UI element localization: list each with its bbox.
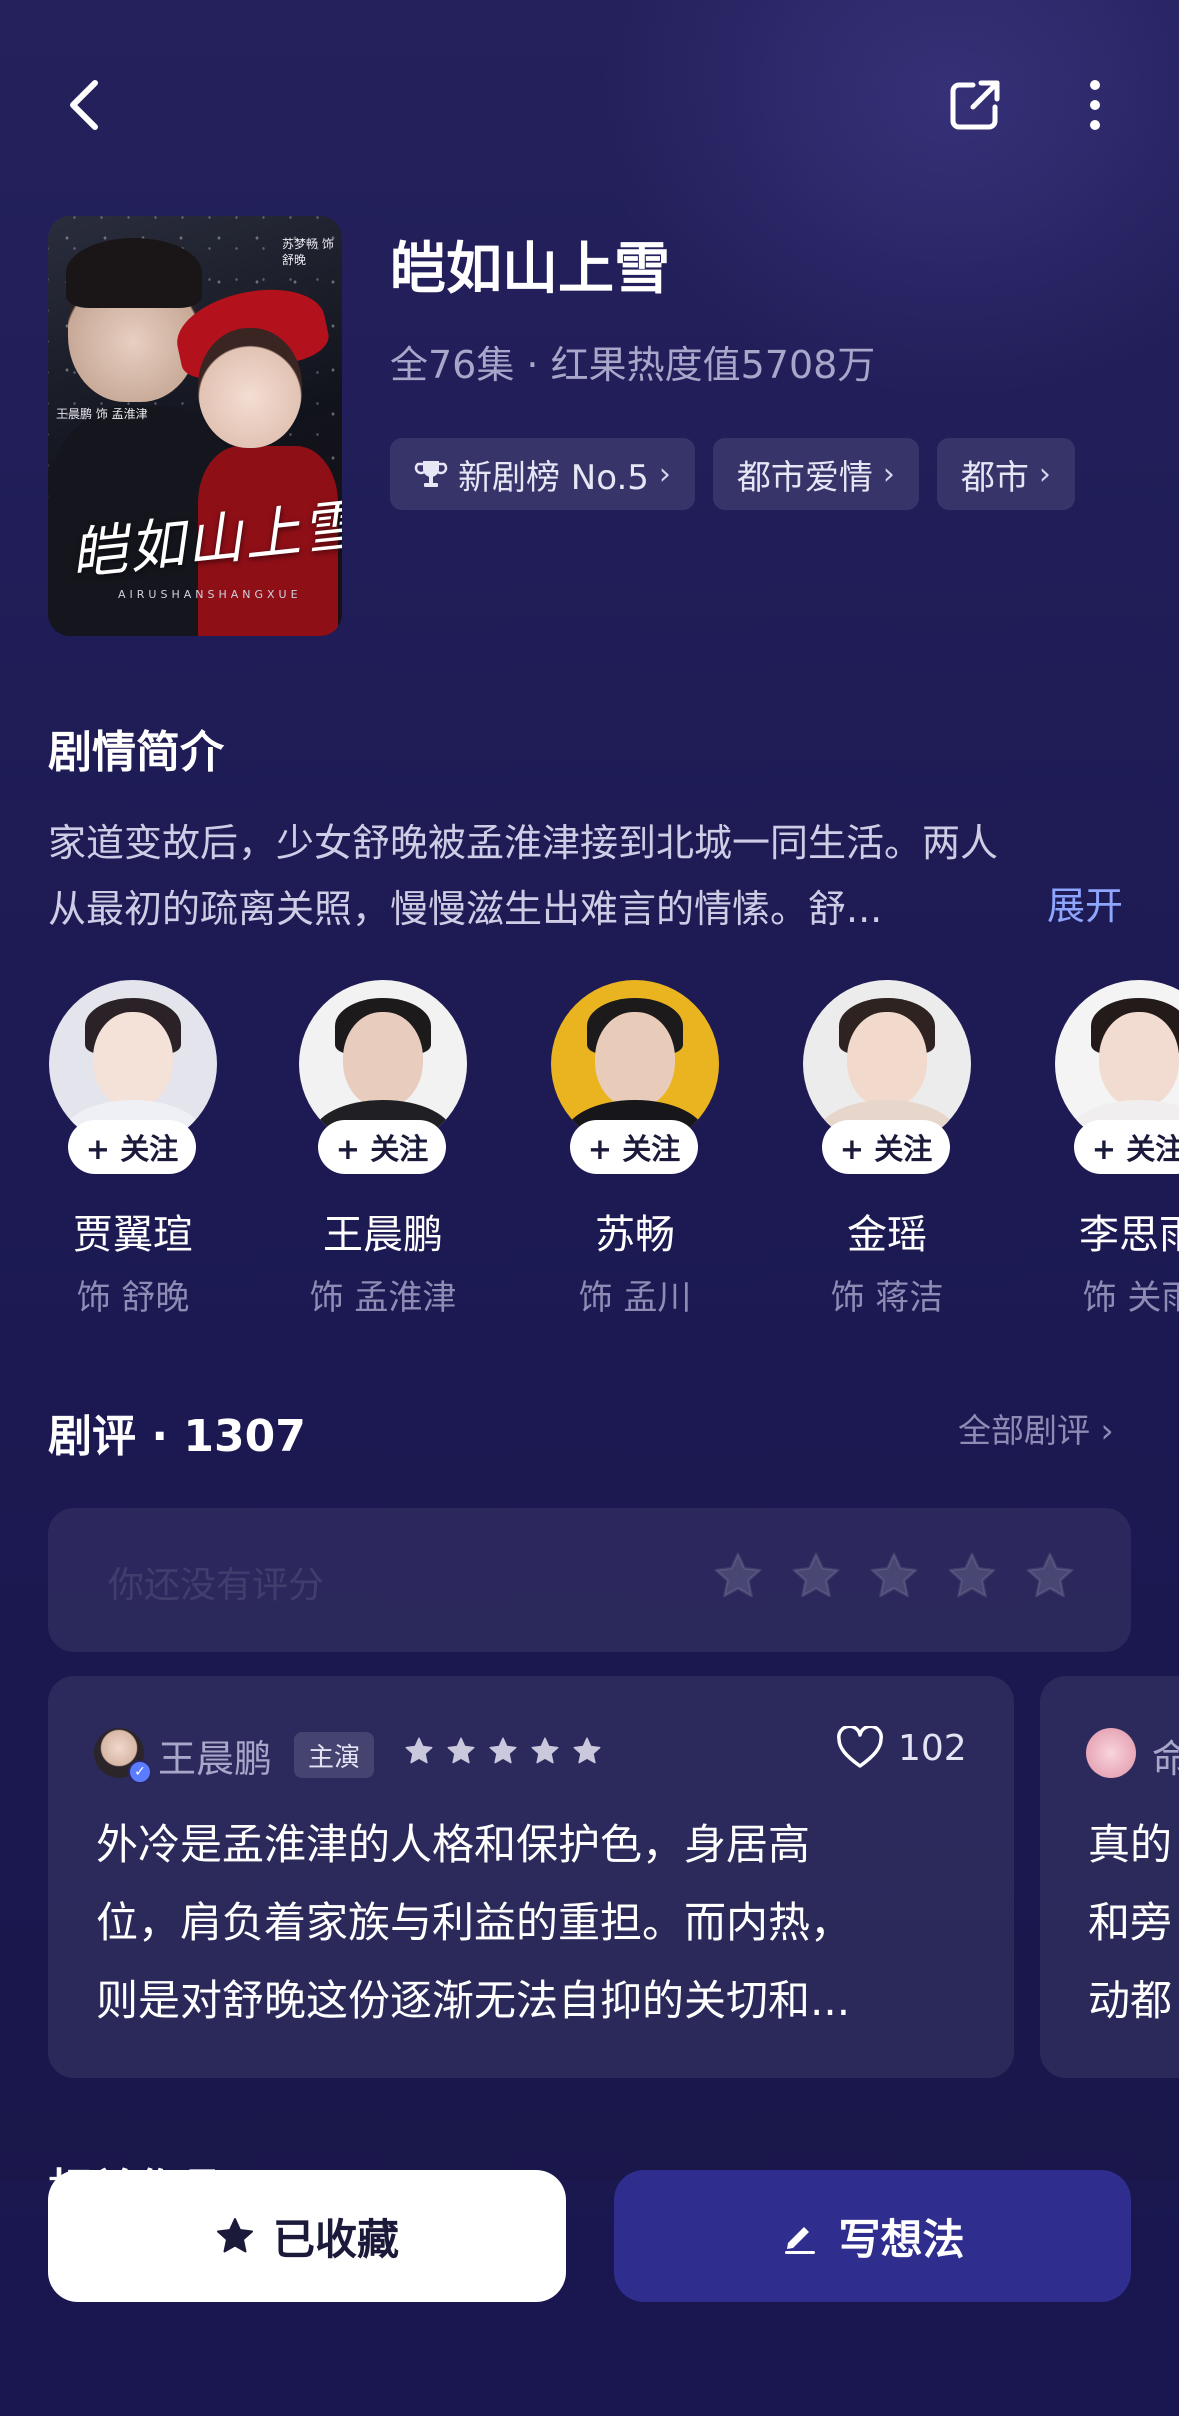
- like-count: 102: [898, 1727, 967, 1769]
- trophy-icon: [414, 461, 448, 487]
- follow-button[interactable]: + 关注: [570, 1120, 698, 1174]
- drama-meta: 全76集 · 红果热度值5708万: [390, 343, 876, 387]
- rating-hint: 你还没有评分: [108, 1565, 325, 1606]
- star-icon: [216, 2218, 253, 2253]
- reviews-heading: 剧评 · 1307: [48, 1411, 306, 1462]
- poster-credit: 苏梦畅 饰 舒晚: [282, 237, 334, 267]
- cast-role: 饰 蒋洁: [830, 1278, 944, 1318]
- cast-name: 贾翼瑄: [73, 1212, 193, 1258]
- star-icon: [405, 1737, 433, 1764]
- share-icon: [950, 80, 1000, 130]
- review-text: 真的 和旁 动都: [1088, 1806, 1172, 2040]
- synopsis-text: 家道变故后，少女舒晚被孟淮津接到北城一同生活。两人 从最初的疏离关照，慢慢滋生出…: [48, 810, 1108, 942]
- star-icon: [489, 1737, 517, 1764]
- synopsis-line: 家道变故后，少女舒晚被孟淮津接到北城一同生活。两人: [48, 821, 999, 865]
- chevron-left-icon: [70, 80, 98, 130]
- all-reviews-link[interactable]: 全部剧评 ›: [958, 1404, 1114, 1452]
- tag-genre[interactable]: 都市爱情 ›: [712, 438, 919, 510]
- review-line: 位，肩负着家族与利益的重担。而内热，: [96, 1898, 853, 1947]
- reviewer-name: 王晨鹏: [158, 1737, 273, 1781]
- review-line: 则是对舒晚这份逐渐无法自抑的关切和...: [96, 1976, 851, 2025]
- follow-button[interactable]: + 关注: [68, 1120, 196, 1174]
- rating-star-icon[interactable]: [712, 1550, 764, 1602]
- cast-name: 李思雨: [1079, 1212, 1179, 1258]
- avatar-face: [1099, 1012, 1179, 1108]
- review-card[interactable]: 命 真的 和旁 动都: [1040, 1676, 1179, 2078]
- synopsis-line: 从最初的疏离关照，慢慢滋生出难言的情愫。舒...: [48, 887, 883, 931]
- tag-ranking[interactable]: 新剧榜 No.5 ›: [390, 438, 695, 510]
- rating-star-icon[interactable]: [790, 1550, 842, 1602]
- like-button[interactable]: 102: [836, 1726, 967, 1770]
- tag-label: 新剧榜 No.5: [458, 457, 649, 498]
- review-line: 外冷是孟淮津的人格和保护色，身居高: [96, 1820, 811, 1869]
- review-line: 真的: [1088, 1820, 1173, 1869]
- review-card[interactable]: ✓ 王晨鹏 主演 102 外冷是孟淮津的人格和保护色，身居高 位，肩负着家族与利…: [48, 1676, 1014, 2078]
- reviewer-name: 命: [1152, 1737, 1179, 1781]
- collect-label: 已收藏: [272, 2214, 399, 2264]
- cast-member[interactable]: + 关注 李思雨 饰 关雨: [1054, 980, 1179, 1319]
- cast-name: 金瑶: [847, 1212, 927, 1258]
- cast-role: 饰 关雨: [1082, 1278, 1179, 1318]
- star-icon: [573, 1737, 601, 1764]
- collect-button[interactable]: 已收藏: [48, 2170, 566, 2302]
- poster-credit: 王晨鹏 饰 孟淮津: [56, 407, 148, 421]
- poster-actor-hair: [66, 238, 202, 308]
- poster-subtitle-art: AIRUSHANSHANGXUE: [118, 588, 302, 601]
- tag-row: 新剧榜 No.5 › 都市爱情 › 都市 ›: [390, 438, 1075, 510]
- drama-detail-page: 苏梦畅 饰 舒晚 王晨鹏 饰 孟淮津 皑如山上雪 AIRUSHANSHANGXU…: [0, 0, 1179, 2416]
- more-button[interactable]: [1060, 70, 1130, 140]
- rating-box[interactable]: 你还没有评分: [48, 1508, 1131, 1652]
- follow-button[interactable]: + 关注: [318, 1120, 446, 1174]
- cast-role: 饰 孟淮津: [309, 1278, 457, 1318]
- pencil-icon: [785, 2227, 816, 2254]
- avatar-face: [93, 1012, 173, 1108]
- star-icon: [447, 1737, 475, 1764]
- review-text: 外冷是孟淮津的人格和保护色，身居高 位，肩负着家族与利益的重担。而内热， 则是对…: [96, 1806, 976, 2040]
- more-vertical-icon: [1090, 80, 1100, 130]
- drama-poster[interactable]: 苏梦畅 饰 舒晚 王晨鹏 饰 孟淮津 皑如山上雪 AIRUSHANSHANGXU…: [48, 216, 342, 636]
- tag-label: 都市: [960, 457, 1029, 498]
- cast-member[interactable]: + 关注 金瑶 饰 蒋洁: [802, 980, 972, 1319]
- cast-member[interactable]: + 关注 苏畅 饰 孟川: [550, 980, 720, 1319]
- poster-actress-face: [198, 328, 302, 448]
- chevron-right-icon: ›: [882, 456, 895, 492]
- avatar-face: [595, 1012, 675, 1108]
- rating-star-icon[interactable]: [868, 1550, 920, 1602]
- avatar-face: [847, 1012, 927, 1108]
- synopsis-heading: 剧情简介: [48, 727, 224, 778]
- avatar: [1086, 1728, 1136, 1778]
- follow-button[interactable]: + 关注: [1074, 1120, 1179, 1174]
- review-stars: [404, 1736, 602, 1766]
- rating-stars: [712, 1550, 1076, 1602]
- drama-title: 皑如山上雪: [390, 237, 670, 302]
- follow-button[interactable]: + 关注: [822, 1120, 950, 1174]
- cast-list: + 关注 贾翼瑄 饰 舒晚 + 关注 王晨鹏 饰 孟淮津 + 关注 苏畅 饰 孟…: [48, 980, 1179, 1320]
- avatar-face: [343, 1012, 423, 1108]
- cast-role: 饰 舒晚: [76, 1278, 190, 1318]
- review-line: 动都: [1088, 1976, 1173, 2025]
- expand-link[interactable]: 展开: [1047, 875, 1123, 930]
- chevron-right-icon: ›: [1038, 456, 1051, 492]
- share-button[interactable]: [940, 70, 1010, 140]
- star-icon: [531, 1737, 559, 1764]
- rating-star-icon[interactable]: [1024, 1550, 1076, 1602]
- cast-name: 苏畅: [595, 1212, 675, 1258]
- cast-role: 饰 孟川: [578, 1278, 692, 1318]
- tag-category[interactable]: 都市 ›: [936, 438, 1075, 510]
- verified-icon: ✓: [128, 1760, 152, 1784]
- review-line: 和旁: [1088, 1898, 1173, 1947]
- tag-label: 都市爱情: [736, 457, 873, 498]
- cast-member[interactable]: + 关注 王晨鹏 饰 孟淮津: [298, 980, 468, 1319]
- cast-name: 王晨鹏: [323, 1212, 443, 1258]
- write-review-button[interactable]: 写想法: [614, 2170, 1131, 2302]
- rating-star-icon[interactable]: [946, 1550, 998, 1602]
- role-badge: 主演: [294, 1732, 375, 1778]
- write-label: 写想法: [838, 2214, 965, 2264]
- back-button[interactable]: [50, 70, 120, 140]
- cast-member[interactable]: + 关注 贾翼瑄 饰 舒晚: [48, 980, 218, 1319]
- chevron-right-icon: ›: [658, 456, 671, 492]
- heart-icon: [837, 1726, 883, 1768]
